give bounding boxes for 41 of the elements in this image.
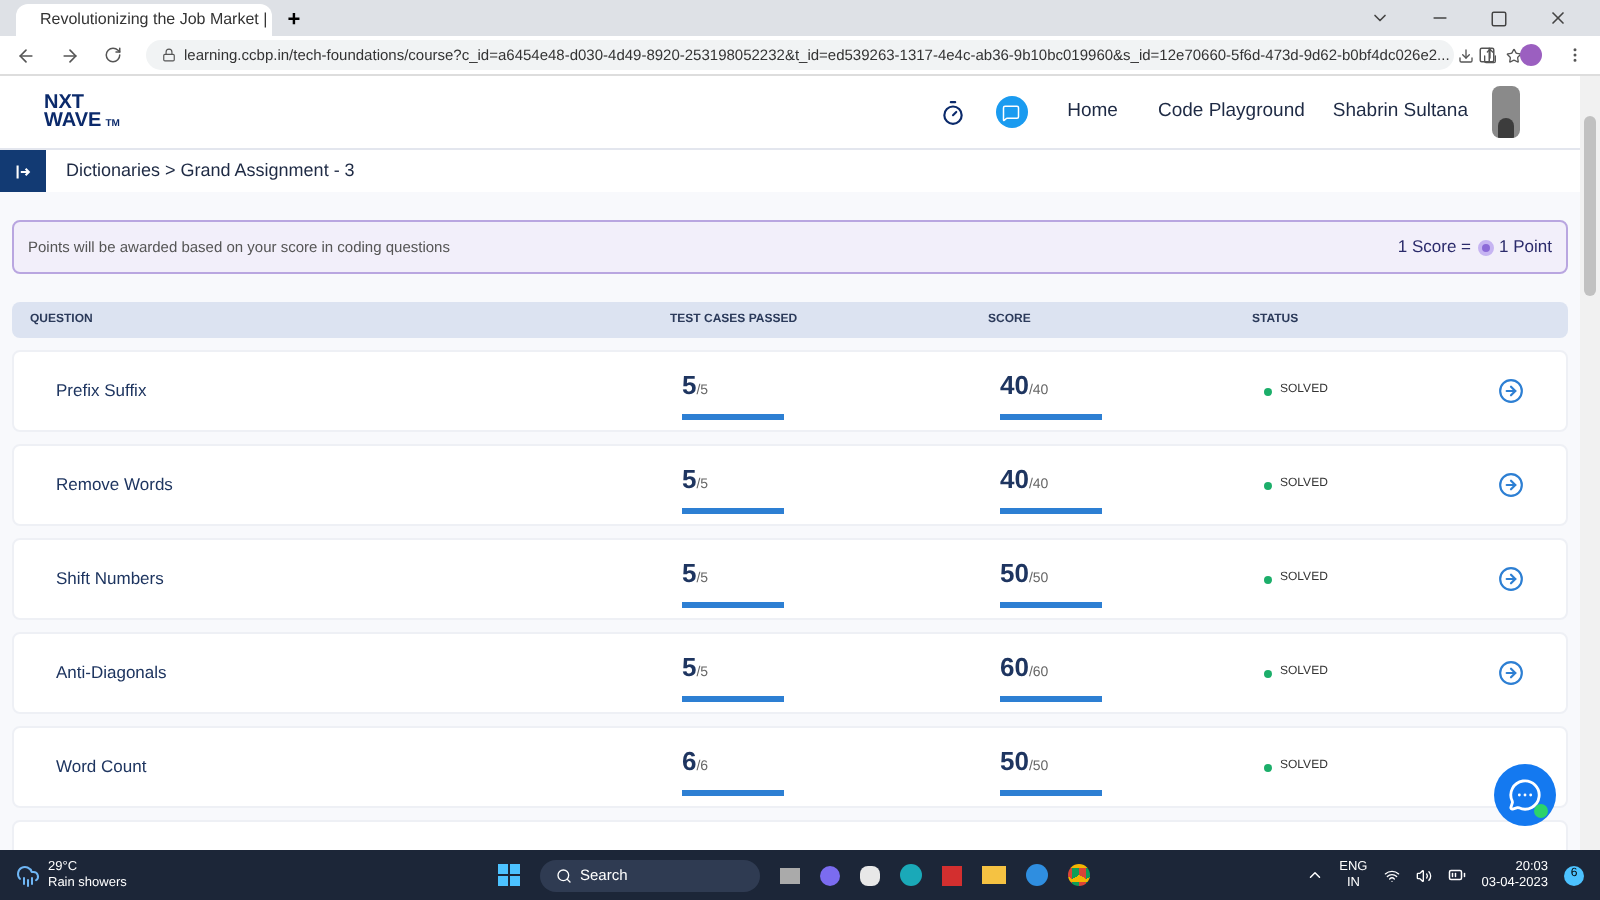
user-name: Shabrin Sultana (1332, 97, 1468, 126)
close-icon[interactable] (1548, 8, 1568, 28)
nav-link[interactable]: Home (1067, 97, 1118, 127)
chat-icon[interactable] (995, 96, 1028, 128)
tab-title: Revolutionizing the Job Market | (40, 8, 268, 32)
battery-icon[interactable] (1447, 866, 1466, 884)
volume-icon[interactable] (1415, 867, 1432, 883)
open-question-icon[interactable] (1498, 378, 1524, 404)
expand-icon (15, 163, 31, 179)
wifi-icon[interactable] (1383, 867, 1400, 883)
open-question-icon[interactable] (1498, 660, 1524, 686)
profile-icon[interactable] (1520, 44, 1542, 66)
breadcrumb: Dictionaries > Grand Assignment - 3 (66, 157, 355, 184)
point-label: 1 Point (1499, 234, 1552, 260)
chat-icon (1508, 778, 1542, 812)
open-question-icon[interactable] (1498, 472, 1524, 498)
open-question-icon[interactable] (1498, 566, 1524, 592)
bookmark-icon[interactable] (1505, 47, 1522, 63)
weather-icon[interactable] (16, 863, 40, 887)
new-tab-button[interactable]: + (280, 6, 308, 34)
question-name: Word Count (56, 754, 149, 780)
lock-icon (162, 48, 176, 62)
question-name: Prefix Suffix (56, 378, 149, 404)
start-icon[interactable] (498, 864, 520, 886)
tray-icon[interactable] (1305, 866, 1324, 884)
install-icon[interactable] (1457, 47, 1474, 63)
back-icon[interactable] (16, 45, 36, 65)
timer-icon[interactable] (939, 99, 966, 125)
browser-tab[interactable]: Revolutionizing the Job Market | (16, 4, 272, 36)
question-name: Remove Words (56, 472, 175, 498)
point-coin-icon (1477, 239, 1494, 255)
question-name: Shift Numbers (56, 566, 166, 592)
sidebar-toggle-button[interactable] (0, 150, 46, 192)
search-icon (556, 867, 572, 883)
reload-icon[interactable] (104, 46, 122, 64)
forward-icon[interactable] (60, 45, 80, 65)
nav-link[interactable]: Code Playground (1157, 97, 1305, 127)
maximize-icon[interactable] (1490, 9, 1508, 27)
score-label: 1 Score = (1397, 234, 1472, 260)
avatar[interactable] (1492, 86, 1520, 138)
question-name: Anti-Diagonals (56, 660, 169, 686)
